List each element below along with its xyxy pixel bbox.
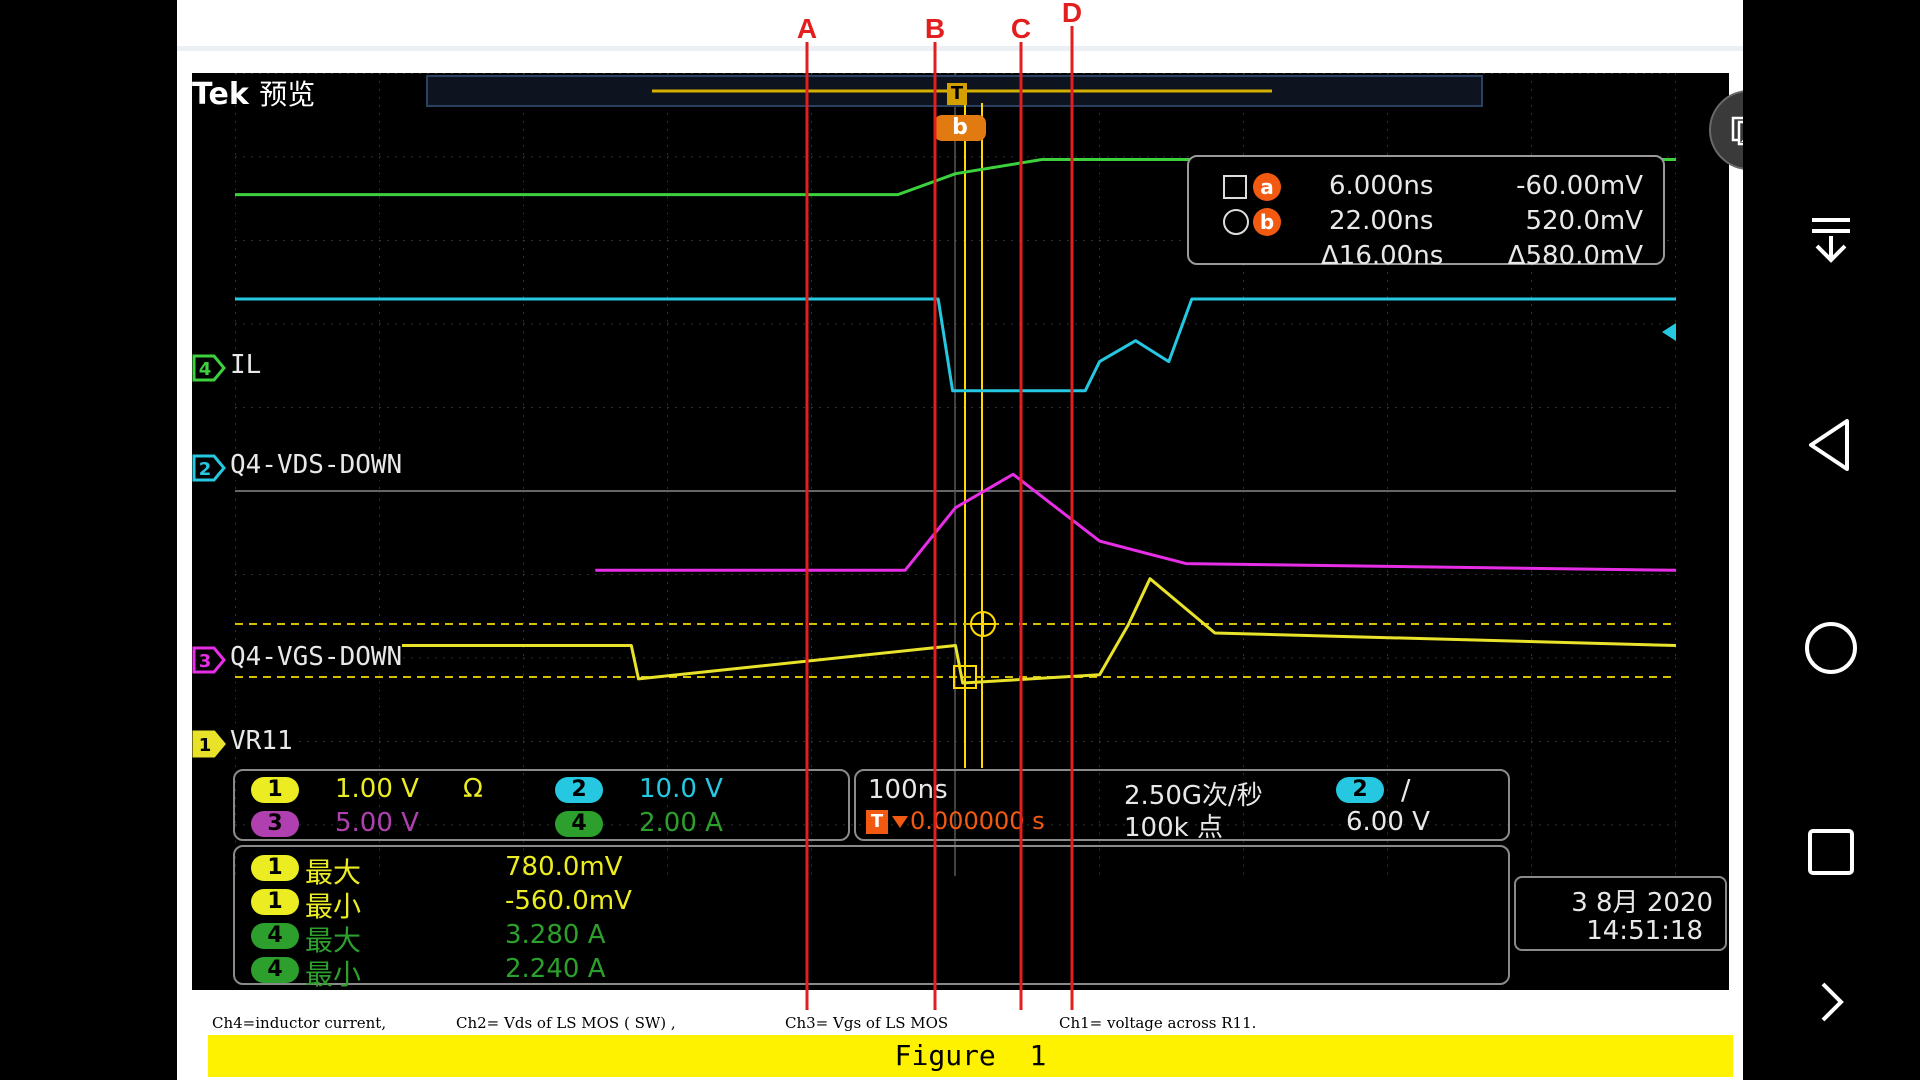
- caption-ch4: Ch4=inductor current,: [212, 1014, 387, 1032]
- caption-ch3: Ch3= Vgs of LS MOS: [785, 1014, 949, 1032]
- marker-label-b: B: [925, 13, 945, 44]
- figure-caption: Figure 1: [894, 1039, 1047, 1072]
- back-button[interactable]: [1743, 405, 1920, 485]
- forward-button[interactable]: [1743, 962, 1920, 1042]
- marker-label-a: A: [797, 13, 817, 44]
- figure-caption-bar: Figure 1: [208, 1035, 1733, 1077]
- marker-label-c: C: [1011, 13, 1031, 44]
- caption-row: Ch4=inductor current, Ch2= Vds of LS MOS…: [177, 1010, 1743, 1034]
- back-icon: [1809, 419, 1849, 471]
- chevron-right-icon: [1821, 982, 1844, 1022]
- caption-ch1: Ch1= voltage across R11.: [1059, 1014, 1257, 1032]
- pull-down-button[interactable]: [1743, 200, 1920, 280]
- marker-label-d: D: [1062, 0, 1082, 28]
- home-icon: [1805, 622, 1857, 674]
- recents-button[interactable]: [1743, 812, 1920, 892]
- pull-down-icon: [1812, 218, 1850, 263]
- navigation-bar: [1743, 0, 1920, 1080]
- annotation-overlay: A B C D: [797, 0, 1082, 1010]
- home-button[interactable]: [1743, 608, 1920, 688]
- document-page: Tek 预览 T b a 6.000ns -60.00mV b 22.00ns …: [177, 0, 1743, 1080]
- recents-icon: [1808, 829, 1854, 875]
- caption-ch2: Ch2= Vds of LS MOS ( SW) ,: [456, 1014, 676, 1032]
